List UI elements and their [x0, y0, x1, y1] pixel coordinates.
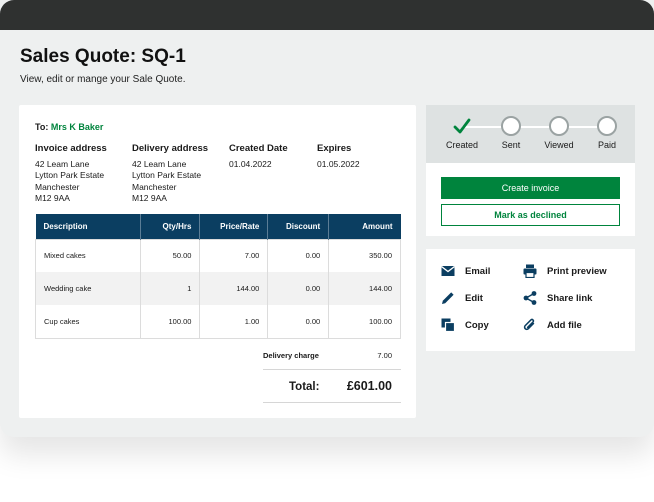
column-header-discount[interactable]: Discount	[267, 214, 330, 239]
print-preview-action[interactable]: Print preview	[523, 264, 607, 278]
actions-panel: Email Edit Copy Print preview Share link…	[426, 249, 635, 351]
cell-amount: 144.00	[328, 272, 401, 305]
recipient-name[interactable]: Mrs K Baker	[51, 122, 104, 132]
share-link-action[interactable]: Share link	[523, 291, 592, 305]
step-circle-icon	[549, 116, 569, 136]
total-value: £601.00	[346, 379, 392, 393]
status-panel: Created Sent Viewed Paid Create invoice …	[426, 105, 635, 236]
line-items-table: Description Qty/Hrs Price/Rate Discount …	[35, 214, 401, 339]
add-file-action[interactable]: Add file	[523, 318, 582, 332]
invoice-address-line: Manchester	[35, 181, 80, 192]
total-label: Total:	[289, 381, 320, 393]
cell-description: Cup cakes	[35, 305, 141, 338]
expiry-date-heading: Expires	[317, 143, 352, 154]
column-header-qty[interactable]: Qty/Hrs	[140, 214, 201, 239]
printer-icon	[523, 264, 537, 278]
copy-icon	[441, 318, 455, 332]
step-circle-icon	[501, 116, 521, 136]
created-date: Created Date 01.04.2022	[229, 143, 288, 170]
delivery-address-line: M12 9AA	[132, 193, 167, 203]
step-circle-icon	[597, 116, 617, 136]
invoice-address-line: 42 Leam Lane	[35, 158, 90, 169]
delivery-charge-row: Delivery charge 7.00	[263, 351, 392, 360]
created-date-heading: Created Date	[229, 143, 288, 154]
column-header-description[interactable]: Description	[35, 214, 141, 239]
invoice-address-line: M12 9AA	[35, 193, 70, 203]
column-header-price[interactable]: Price/Rate	[199, 214, 269, 239]
delivery-address-line: Lytton Park Estate	[132, 170, 202, 180]
cell-discount: 0.00	[267, 305, 330, 338]
expiry-date: Expires 01.05.2022	[317, 143, 360, 170]
app-window: Sales Quote: SQ-1 View, edit or mange yo…	[0, 0, 654, 437]
delivery-address-heading: Delivery address	[132, 143, 209, 154]
cell-qty: 50.00	[140, 239, 201, 272]
window-titlebar	[0, 0, 654, 30]
mark-as-declined-button[interactable]: Mark as declined	[441, 204, 620, 226]
status-progress: Created Sent Viewed Paid	[426, 105, 635, 163]
cell-discount: 0.00	[267, 239, 330, 272]
email-action-label: Email	[465, 265, 491, 277]
envelope-icon	[441, 265, 455, 276]
cell-price: 144.00	[199, 272, 269, 305]
copy-action[interactable]: Copy	[441, 318, 489, 332]
total-row: Total: £601.00	[263, 379, 392, 393]
copy-action-label: Copy	[465, 319, 489, 331]
table-row[interactable]: Cup cakes 100.00 1.00 0.00 100.00	[35, 305, 401, 338]
check-icon	[453, 118, 471, 134]
cell-qty: 100.00	[140, 305, 201, 338]
cell-amount: 100.00	[369, 316, 392, 326]
total-divider-bottom	[263, 402, 401, 403]
status-step-paid: Paid	[577, 116, 637, 150]
edit-action[interactable]: Edit	[441, 291, 483, 305]
paperclip-icon	[523, 318, 535, 331]
created-date-value: 01.04.2022	[229, 158, 272, 169]
page-subtitle: View, edit or mange your Sale Quote.	[20, 74, 186, 85]
edit-action-label: Edit	[465, 292, 483, 304]
table-header-row: Description Qty/Hrs Price/Rate Discount …	[35, 214, 401, 239]
email-action[interactable]: Email	[441, 264, 490, 278]
cell-price: 7.00	[199, 239, 269, 272]
invoice-address: Invoice address 42 Leam Lane Lytton Park…	[35, 143, 107, 205]
cell-description: Mixed cakes	[35, 239, 141, 272]
delivery-address-line: 42 Leam Lane	[132, 158, 187, 169]
page-title: Sales Quote: SQ-1	[20, 46, 186, 67]
add-file-action-label: Add file	[547, 319, 582, 331]
table-row[interactable]: Wedding cake 1 144.00 0.00 144.00	[35, 272, 401, 305]
create-invoice-button[interactable]: Create invoice	[441, 177, 620, 199]
column-header-amount[interactable]: Amount	[328, 214, 401, 239]
recipient-label: To:	[35, 122, 49, 132]
share-link-action-label: Share link	[547, 292, 593, 304]
share-icon	[523, 291, 537, 305]
delivery-charge-label: Delivery charge	[263, 351, 319, 360]
cell-description: Wedding cake	[35, 272, 141, 305]
cell-discount: 0.00	[267, 272, 330, 305]
print-preview-action-label: Print preview	[547, 265, 607, 277]
invoice-address-heading: Invoice address	[35, 143, 107, 154]
cell-qty: 1	[140, 272, 201, 305]
delivery-charge-value: 7.00	[377, 351, 392, 360]
status-step-label: Paid	[597, 140, 616, 150]
table-row[interactable]: Mixed cakes 50.00 7.00 0.00 350.00	[35, 239, 401, 272]
invoice-address-line: Lytton Park Estate	[35, 170, 105, 180]
expiry-date-value: 01.05.2022	[317, 158, 360, 169]
total-divider-top	[263, 369, 401, 370]
quote-card: To: Mrs K Baker Invoice address 42 Leam …	[19, 105, 416, 418]
cell-amount: 350.00	[369, 251, 392, 261]
delivery-address: Delivery address 42 Leam Lane Lytton Par…	[132, 143, 208, 205]
cell-price: 1.00	[199, 305, 269, 338]
delivery-address-line: Manchester	[132, 181, 177, 192]
pencil-icon	[442, 292, 454, 304]
recipient-line: To: Mrs K Baker	[35, 122, 103, 132]
